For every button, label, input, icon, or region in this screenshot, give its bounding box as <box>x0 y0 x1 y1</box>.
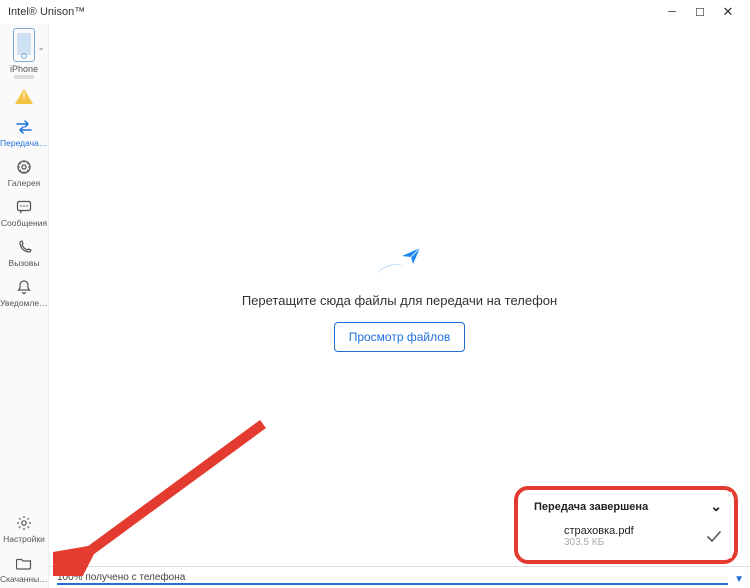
sidebar-item-label: Уведомлен... <box>0 298 48 308</box>
titlebar: Intel® Unison™ ─ ☐ ✕ <box>0 0 750 24</box>
status-text: 100% получено с телефона <box>57 572 185 583</box>
sidebar-item-downloads[interactable]: Скачанные... <box>0 548 48 588</box>
check-icon <box>706 531 722 543</box>
device-name: iPhone <box>10 64 38 74</box>
triangle-down-icon[interactable]: ▼ <box>734 574 744 585</box>
drop-hint-text: Перетащите сюда файлы для передачи на те… <box>242 293 557 308</box>
minimize-button[interactable]: ─ <box>658 0 686 24</box>
calls-icon <box>15 238 33 256</box>
toast-title: Передача завершена <box>534 501 648 513</box>
paper-plane-icon <box>370 239 430 279</box>
window-title: Intel® Unison™ <box>8 6 85 18</box>
alert-icon[interactable] <box>15 89 33 104</box>
messages-icon <box>15 198 33 216</box>
toast-file-row[interactable]: страховка.pdf 303.5 КБ <box>524 519 732 558</box>
chevron-down-icon: ⌄ <box>37 42 45 53</box>
sidebar-item-transfer[interactable]: Передача ... <box>0 112 48 152</box>
chevron-down-icon[interactable]: ⌄ <box>710 498 722 515</box>
sidebar-item-label: Сообщения <box>1 218 47 228</box>
sidebar-item-label: Настройки <box>3 534 45 544</box>
sidebar-item-label: Галерея <box>8 178 41 188</box>
transfer-toast[interactable]: Передача завершена ⌄ страховка.pdf 303.5… <box>524 492 732 558</box>
sidebar-item-calls[interactable]: Вызовы <box>0 232 48 272</box>
phone-icon <box>13 28 35 62</box>
sidebar: ⌄ iPhone Передача ... Галерея Сообщения <box>0 24 49 588</box>
gallery-icon <box>15 158 33 176</box>
browse-files-button[interactable]: Просмотр файлов <box>334 322 466 352</box>
transfer-icon <box>15 118 33 136</box>
sidebar-item-notifications[interactable]: Уведомлен... <box>0 272 48 312</box>
gear-icon <box>15 514 33 532</box>
toast-file-name: страховка.pdf <box>564 525 634 537</box>
drop-zone[interactable]: Перетащите сюда файлы для передачи на те… <box>49 24 750 566</box>
sidebar-item-label: Скачанные... <box>0 574 48 584</box>
progress-underline <box>57 583 728 585</box>
toast-file-size: 303.5 КБ <box>564 537 634 548</box>
sidebar-item-label: Передача ... <box>0 138 48 148</box>
maximize-button[interactable]: ☐ <box>686 0 714 24</box>
bell-icon <box>15 278 33 296</box>
sidebar-item-messages[interactable]: Сообщения <box>0 192 48 232</box>
device-selector[interactable]: ⌄ iPhone <box>0 28 48 79</box>
sidebar-item-label: Вызовы <box>9 258 40 268</box>
main-area: Перетащите сюда файлы для передачи на те… <box>49 24 750 588</box>
status-bar[interactable]: 100% получено с телефона ▼ <box>49 566 750 588</box>
device-status-bar <box>14 75 34 79</box>
sidebar-item-gallery[interactable]: Галерея <box>0 152 48 192</box>
folder-icon <box>15 554 33 572</box>
close-button[interactable]: ✕ <box>714 0 742 24</box>
sidebar-item-settings[interactable]: Настройки <box>0 508 48 548</box>
